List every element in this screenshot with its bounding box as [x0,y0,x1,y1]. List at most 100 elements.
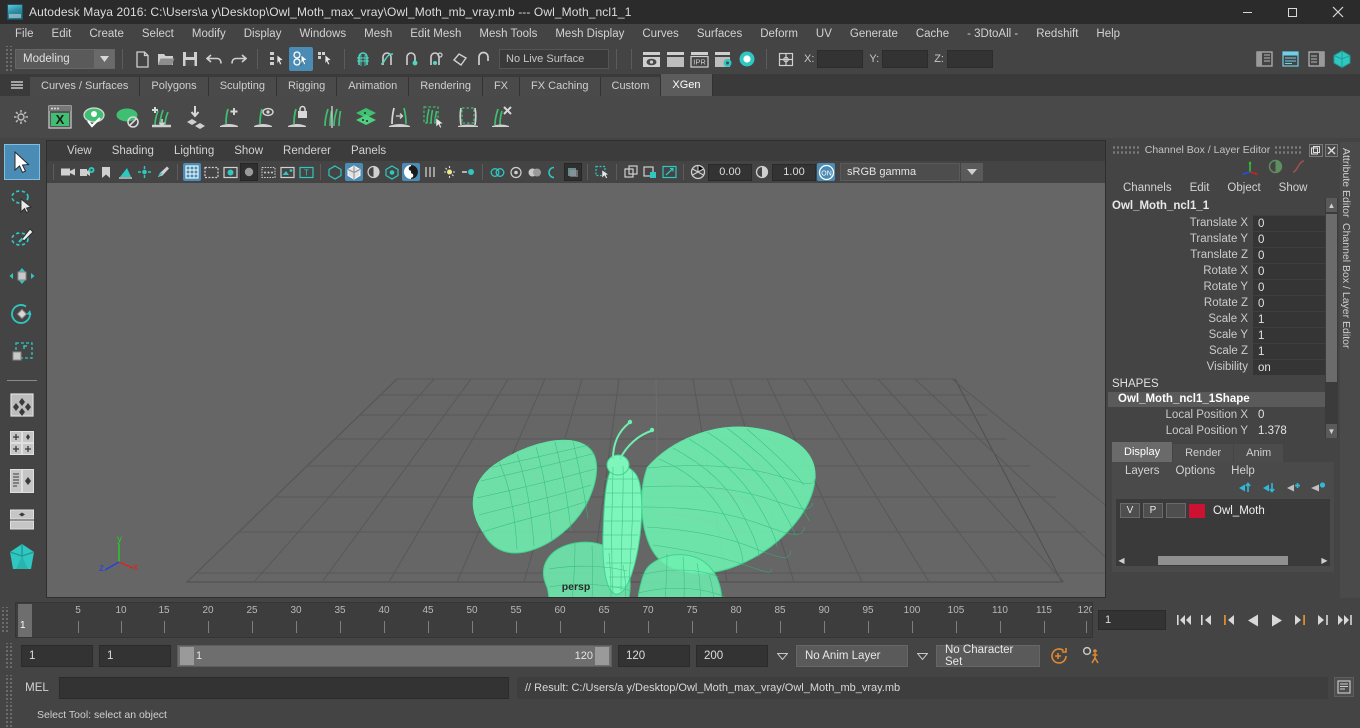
channel-row[interactable]: Scale Z 1 [1108,343,1338,359]
menu-file[interactable]: File [6,24,43,44]
layer-menu-options[interactable]: Options [1169,465,1223,477]
undock-panel-button[interactable] [1309,143,1323,157]
flat-shade-icon[interactable] [240,163,258,181]
channel-box-menu-show[interactable]: Show [1272,182,1315,194]
texture-display-icon[interactable] [278,163,296,181]
layer-scroll-thumb[interactable] [1158,556,1288,565]
channel-box-layer-editor-tab[interactable]: Channel Box / Layer Editor [1340,217,1352,349]
exposure-value[interactable]: 0.00 [708,163,752,181]
undo-button[interactable] [202,47,226,71]
step-back-frame-button[interactable] [1220,609,1240,631]
scroll-right-arrow-icon[interactable]: ▶ [1320,556,1329,565]
shape-channel-row[interactable]: Local Position X 0 [1108,407,1338,423]
smooth-shade-selected-icon[interactable] [221,163,239,181]
statusline-gripper[interactable] [4,46,12,72]
shadow-display-icon[interactable] [383,163,401,181]
layout-four-pane-button[interactable] [4,425,40,461]
scrollbar-thumb[interactable] [1326,214,1337,382]
render-settings-button[interactable] [711,47,735,71]
range-slider-right-handle[interactable] [595,647,609,665]
layout-outliner-persp-button[interactable] [4,463,40,499]
channel-row[interactable]: Translate Y 0 [1108,231,1338,247]
menu-3dtoall[interactable]: - 3DtoAll - [958,24,1027,44]
select-by-hierarchy-button[interactable] [265,47,289,71]
select-tool-button[interactable] [4,144,40,180]
menu-surfaces[interactable]: Surfaces [688,24,751,44]
curve-icon[interactable] [1291,159,1306,177]
exposure-icon[interactable] [689,163,707,181]
channel-row[interactable]: Scale X 1 [1108,311,1338,327]
mirror-guide-icon[interactable] [316,100,348,134]
channel-box-menu-channels[interactable]: Channels [1116,182,1179,194]
grease-pencil-icon[interactable] [154,163,172,181]
ipr-render-button[interactable]: IPR [687,47,711,71]
command-language-label[interactable]: MEL [15,682,59,694]
guide-visibility-icon[interactable] [248,100,280,134]
shelf-tab-custom[interactable]: Custom [600,77,662,96]
preview-off-icon[interactable] [112,100,144,134]
menu-uv[interactable]: UV [807,24,841,44]
wireframe-shading-icon[interactable] [183,163,201,181]
use-all-lights-icon[interactable] [526,163,544,181]
viewport-menu-show[interactable]: Show [224,145,273,157]
viewport-menu-lighting[interactable]: Lighting [164,145,224,157]
menu-display[interactable]: Display [235,24,291,44]
save-scene-button[interactable] [178,47,202,71]
layer-menu-layers[interactable]: Layers [1118,465,1167,477]
time-slider-gripper[interactable] [0,607,8,633]
animation-preferences-button[interactable] [1078,643,1104,669]
lasso-select-tool-button[interactable] [4,182,40,218]
make-live-button[interactable] [472,47,496,71]
maximize-button[interactable] [1270,0,1315,24]
select-objects-in-viewport-icon[interactable] [593,163,611,181]
show-hide-tool-settings-button[interactable] [1304,47,1328,71]
tab-render[interactable]: Render [1173,444,1234,462]
viewport-menu-panels[interactable]: Panels [341,145,396,157]
move-layer-down-icon[interactable] [1262,481,1278,497]
layer-menu-help[interactable]: Help [1224,465,1262,477]
select-region-icon[interactable] [418,100,450,134]
menu-help[interactable]: Help [1087,24,1129,44]
move-tool-button[interactable] [4,258,40,294]
show-hide-channel-box-button[interactable] [1330,47,1354,71]
shelf-tab-fx[interactable]: FX [482,77,521,96]
menu-cache[interactable]: Cache [907,24,958,44]
menu-set-selector[interactable]: Modeling [15,49,115,69]
layer-color-swatch[interactable] [1189,503,1205,518]
select-by-component-button[interactable] [313,47,337,71]
rotate-tool-button[interactable] [4,296,40,332]
shelf-tab-polygons[interactable]: Polygons [140,77,209,96]
preview-on-icon[interactable] [78,100,110,134]
color-profile-select[interactable]: sRGB gamma [840,163,960,181]
channel-box-menu-object[interactable]: Object [1220,182,1267,194]
x-ray-active-components-icon[interactable] [364,163,382,181]
xgen-window-icon[interactable]: X [44,100,76,134]
show-hide-attribute-editor-button[interactable] [1278,47,1302,71]
gamma-value[interactable]: 1.00 [772,163,816,181]
character-set-chevron-down-icon[interactable] [914,645,930,667]
gpu-cache-icon[interactable] [564,163,582,181]
panel-gripper[interactable] [1112,145,1141,155]
snap-to-view-plane-button[interactable] [448,47,472,71]
menu-deform[interactable]: Deform [751,24,807,44]
snap-to-grid-button[interactable] [352,47,376,71]
motion-blur-icon[interactable] [459,163,477,181]
go-to-end-button[interactable] [1335,609,1355,631]
attribute-editor-tab[interactable]: Attribute Editor [1340,142,1352,217]
script-editor-icon[interactable] [1334,677,1354,697]
color-profile-chevron-down-icon[interactable] [961,163,983,181]
shape-channel-row[interactable]: Local Position Y 1.378 [1108,423,1338,438]
snap-to-curve-button[interactable] [376,47,400,71]
shelf-tab-animation[interactable]: Animation [337,77,410,96]
channel-row[interactable]: Translate Z 0 [1108,247,1338,263]
playback-start-field[interactable]: 1 [99,645,171,667]
coord-x-input[interactable] [817,50,864,68]
menu-generate[interactable]: Generate [841,24,907,44]
chevron-down-icon[interactable] [94,50,114,68]
channel-box-scrollbar[interactable]: ▲ ▼ [1325,198,1338,438]
tab-anim[interactable]: Anim [1234,444,1284,462]
layer-visibility-toggle[interactable]: V [1120,503,1140,518]
menu-create[interactable]: Create [80,24,133,44]
minimize-button[interactable] [1225,0,1270,24]
layer-shading-toggle[interactable] [1166,503,1186,518]
